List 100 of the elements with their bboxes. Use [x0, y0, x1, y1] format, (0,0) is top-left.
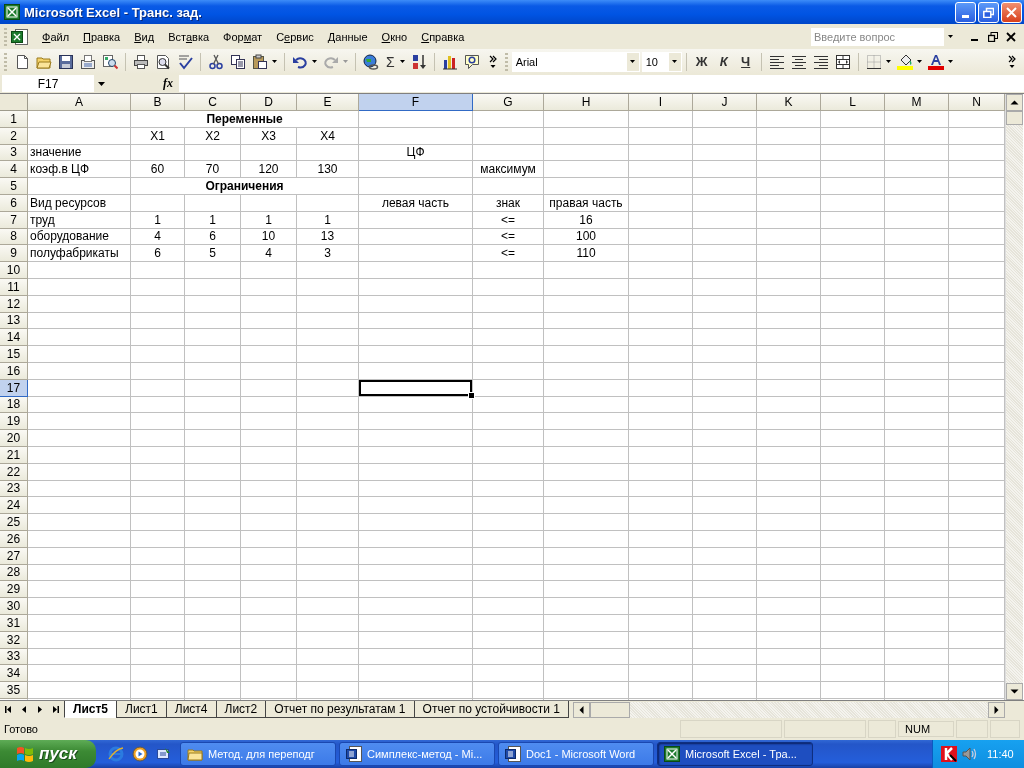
column-header[interactable]: B — [131, 94, 185, 111]
align-center-icon[interactable] — [790, 53, 807, 70]
column-header[interactable]: F — [359, 94, 473, 111]
menu-item[interactable]: Данные — [320, 28, 375, 45]
caret-icon[interactable] — [399, 60, 405, 63]
help-icon[interactable] — [463, 53, 480, 70]
bold-button[interactable]: Ж — [690, 54, 713, 69]
selected-cell[interactable] — [359, 379, 473, 397]
autosum-button[interactable]: Σ — [382, 53, 399, 70]
first-sheet-icon[interactable] — [4, 705, 12, 714]
column-header[interactable]: I — [629, 94, 693, 111]
scroll-up-button[interactable] — [1006, 94, 1023, 111]
row-header[interactable]: 4 — [0, 161, 28, 179]
dropdown-arrow-icon[interactable] — [630, 60, 636, 63]
restore-icon[interactable] — [988, 31, 998, 42]
row-header[interactable]: 25 — [0, 514, 28, 531]
menu-item[interactable]: Сервис — [269, 28, 321, 45]
question-field[interactable]: Введите вопрос — [811, 27, 944, 46]
scroll-down-button[interactable] — [1006, 683, 1023, 700]
row-header[interactable]: 1 — [0, 111, 28, 128]
column-header[interactable]: K — [757, 94, 821, 111]
fill-handle[interactable] — [468, 391, 475, 399]
row-header[interactable]: 9 — [0, 245, 28, 263]
scissors-icon[interactable] — [208, 53, 224, 70]
taskbar-button[interactable]: Симплекс-метод - Mi... — [339, 742, 495, 766]
dropdown-arrow-icon[interactable] — [672, 60, 678, 63]
desktop-icon[interactable] — [156, 746, 172, 762]
menu-item[interactable]: Вид — [127, 28, 162, 45]
font-size-field[interactable]: 10 — [641, 51, 682, 72]
tray-app-icon[interactable] — [941, 746, 957, 762]
media-player-icon[interactable] — [132, 746, 148, 762]
menu-item[interactable]: Файл — [35, 28, 77, 45]
taskbar-button[interactable]: Doc1 - Microsoft Word — [498, 742, 654, 766]
chevron-icon[interactable] — [488, 54, 497, 69]
clipboard-icon[interactable] — [252, 53, 268, 70]
sheet-tab[interactable]: Лист4 — [165, 701, 216, 718]
printer-icon[interactable] — [133, 53, 149, 70]
font-field[interactable]: Arial — [511, 51, 640, 72]
column-header[interactable]: C — [185, 94, 241, 111]
column-header[interactable]: G — [473, 94, 544, 111]
italic-button[interactable]: К — [712, 54, 735, 69]
caret-icon[interactable] — [885, 60, 891, 63]
minimize-button[interactable] — [955, 1, 976, 23]
column-header[interactable]: J — [693, 94, 757, 111]
row-header[interactable]: 10 — [0, 262, 28, 279]
row-header[interactable]: 15 — [0, 346, 28, 363]
spelling-icon[interactable] — [177, 53, 193, 70]
row-header[interactable]: 19 — [0, 413, 28, 431]
menu-item[interactable]: Вставка — [161, 28, 217, 45]
row-header[interactable]: 30 — [0, 598, 28, 615]
bar-chart-icon[interactable] — [441, 53, 458, 70]
caret-icon[interactable] — [312, 60, 317, 63]
row-header[interactable]: 35 — [0, 682, 28, 699]
sheet-tab[interactable]: Лист5 — [64, 701, 117, 718]
caret-icon[interactable] — [272, 60, 277, 63]
next-sheet-icon[interactable] — [36, 705, 44, 714]
close-button[interactable] — [1001, 1, 1022, 23]
scroll-right-button[interactable] — [988, 701, 1005, 718]
scrollbar-thumb[interactable] — [1006, 111, 1023, 125]
menu-item[interactable]: Справка — [414, 28, 472, 45]
scrollbar-thumb[interactable] — [589, 701, 630, 718]
previous-sheet-icon[interactable] — [20, 705, 28, 714]
row-header[interactable]: 20 — [0, 430, 28, 447]
restore-button[interactable] — [978, 1, 999, 23]
globe-icon[interactable] — [363, 53, 379, 70]
close-icon[interactable] — [1006, 31, 1016, 42]
column-header[interactable]: D — [241, 94, 297, 111]
fill-color-icon[interactable] — [896, 53, 913, 70]
sheet-tab[interactable]: Отчет по результатам 1 — [265, 701, 414, 718]
speaker-icon[interactable] — [961, 746, 977, 762]
vertical-scrollbar[interactable] — [1005, 94, 1023, 700]
dropdown-arrow-icon[interactable] — [948, 35, 953, 38]
font-color-icon[interactable] — [927, 53, 944, 70]
merge-center-icon[interactable] — [834, 53, 851, 70]
sheet-tab[interactable]: Лист1 — [116, 701, 166, 718]
name-box[interactable]: F17 — [2, 75, 94, 92]
new-document-icon[interactable] — [14, 53, 30, 70]
row-header[interactable]: 34 — [0, 665, 28, 683]
menu-item[interactable]: Окно — [374, 28, 415, 45]
menu-item[interactable]: Правка — [76, 28, 128, 45]
taskbar-button[interactable]: Microsoft Excel - Тра... — [657, 742, 813, 766]
workbook-icon[interactable] — [11, 27, 29, 46]
caret-icon[interactable] — [916, 60, 922, 63]
chevron-icon[interactable] — [1008, 54, 1016, 69]
row-header[interactable]: 24 — [0, 497, 28, 515]
sort-icon[interactable] — [410, 53, 427, 70]
borders-icon[interactable] — [865, 53, 882, 70]
align-left-icon[interactable] — [768, 53, 785, 70]
row-header[interactable]: 14 — [0, 329, 28, 347]
column-header[interactable]: L — [821, 94, 885, 111]
taskbar-button[interactable]: Метод. для переподг — [180, 742, 336, 766]
column-header[interactable]: E — [297, 94, 359, 111]
formula-field[interactable] — [179, 75, 1024, 92]
dropdown-arrow-icon[interactable] — [98, 81, 105, 86]
underline-button[interactable]: Ч — [734, 54, 757, 69]
column-header[interactable]: M — [885, 94, 949, 111]
scroll-left-button[interactable] — [572, 701, 590, 718]
save-icon[interactable] — [58, 53, 74, 70]
research-icon[interactable] — [102, 53, 118, 70]
row-header[interactable]: 5 — [0, 178, 28, 195]
